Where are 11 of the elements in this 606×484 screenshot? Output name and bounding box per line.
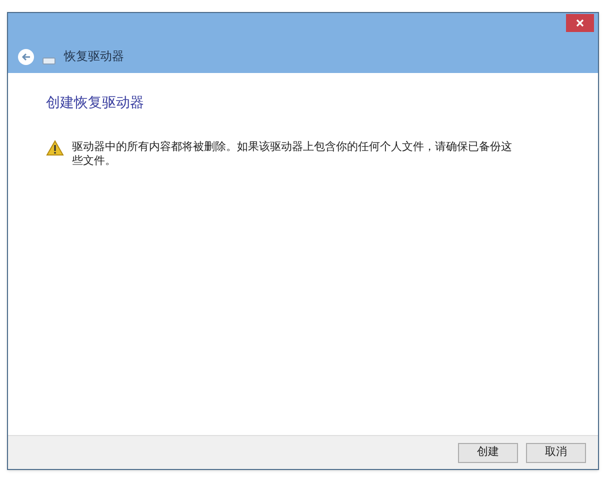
window-title: 恢复驱动器 xyxy=(64,48,124,65)
create-button[interactable]: 创建 xyxy=(458,442,518,462)
close-button[interactable] xyxy=(566,14,594,32)
back-arrow-icon xyxy=(21,53,31,61)
warning-icon xyxy=(46,140,64,156)
close-icon xyxy=(576,19,584,27)
drive-icon xyxy=(42,55,56,65)
warning-text: 驱动器中的所有内容都将被删除。如果该驱动器上包含你的任何个人文件，请确保已备份这些文件。 xyxy=(72,140,512,168)
page-heading: 创建恢复驱动器 xyxy=(46,94,145,113)
back-button[interactable] xyxy=(18,49,34,65)
cancel-button[interactable]: 取消 xyxy=(526,442,586,462)
